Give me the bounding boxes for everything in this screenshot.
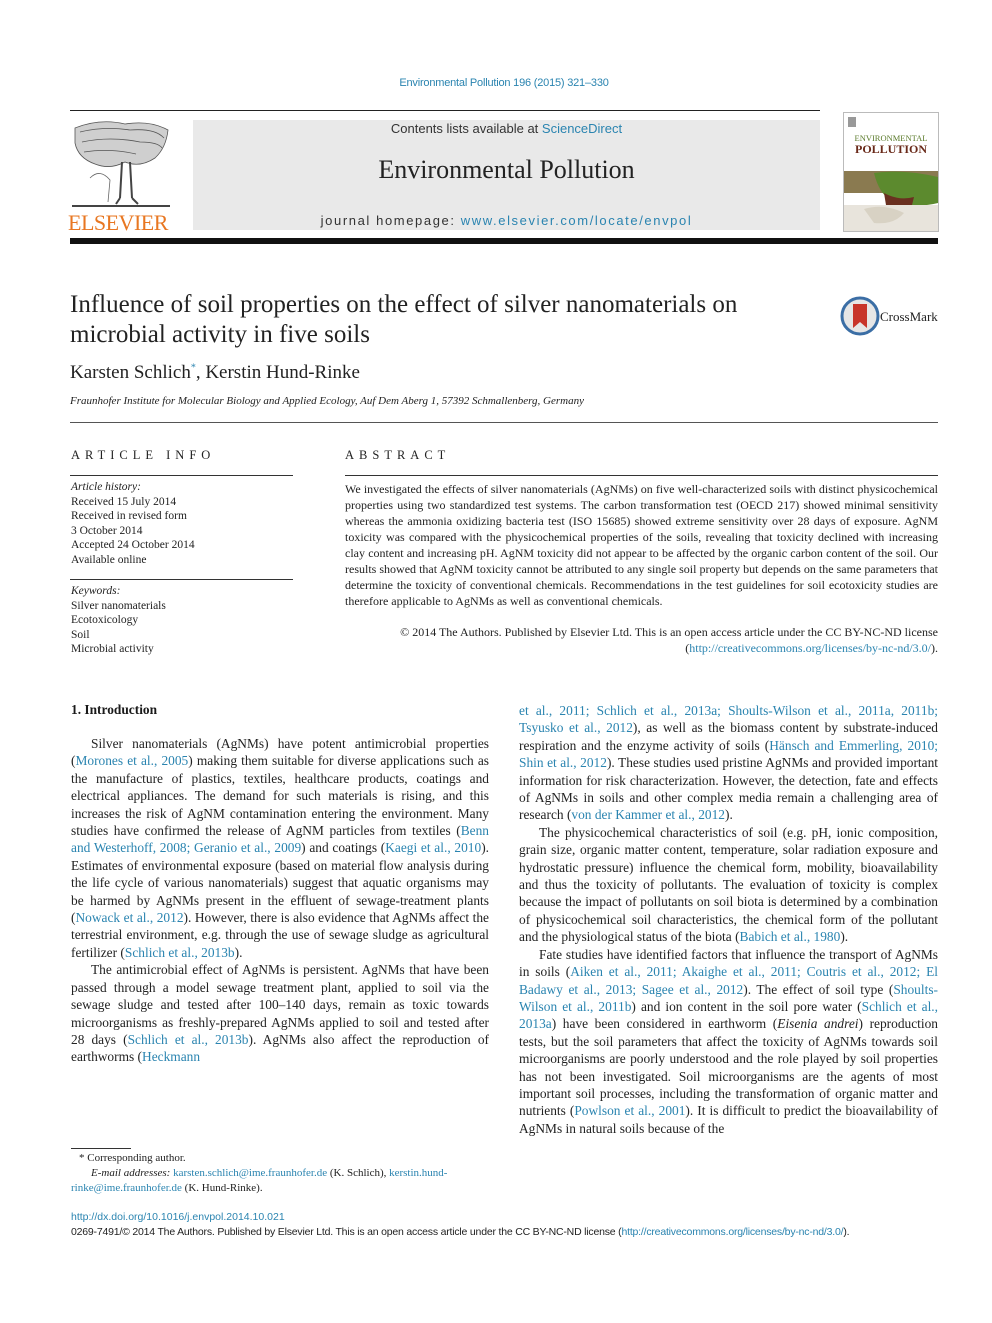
body-column-left: Silver nanomaterials (AgNMs) have potent… (71, 735, 489, 1066)
header-thick-rule (70, 238, 938, 244)
journal-cover-image[interactable]: ENVIRONMENTAL POLLUTION (843, 112, 939, 232)
corresponding-author-note: Corresponding author. (87, 1152, 186, 1164)
history-item: Received in revised form (71, 510, 187, 522)
history-item: Received 15 July 2014 (71, 495, 177, 508)
body-paragraph: Fate studies have identified factors tha… (519, 946, 938, 1137)
abstract-heading: ABSTRACT (345, 448, 451, 462)
article-title: Influence of soil properties on the effe… (70, 291, 738, 348)
history-item: Accepted 24 October 2014 (71, 539, 195, 551)
footnote-mark: * (79, 1152, 85, 1164)
citation-link[interactable]: Kaegi et al., 2010 (385, 840, 481, 855)
issn-text: 0269-7491/© 2014 The Authors. Published … (71, 1226, 622, 1238)
body-text: ). (724, 807, 733, 823)
doi-link[interactable]: http://dx.doi.org/10.1016/j.envpol.2014.… (71, 1211, 285, 1223)
footer-license-link[interactable]: http://creativecommons.org/licenses/by-n… (621, 1226, 843, 1238)
homepage-prefix: journal homepage: (320, 213, 461, 228)
footnote-rule (71, 1148, 131, 1149)
abstract-text: We investigated the effects of silver na… (345, 482, 938, 608)
keywords-rule (70, 579, 293, 580)
email-link[interactable]: karsten.schlich@ime.fraunhofer.de (173, 1167, 327, 1179)
header-rule (70, 110, 820, 111)
journal-title: Environmental Pollution (378, 155, 635, 184)
license-link[interactable]: http://creativecommons.org/licenses/by-n… (689, 641, 931, 655)
email-owner: (K. Hund-Rinke). (181, 1182, 263, 1194)
body-paragraph: Silver nanomaterials (AgNMs) have potent… (71, 735, 489, 961)
contents-prefix: Contents lists available at (390, 121, 542, 136)
article-history: Article history: Received 15 July 2014 R… (71, 480, 195, 567)
article-history-label: Article history: (71, 481, 141, 493)
body-text: ) and coatings ( (301, 840, 386, 856)
elsevier-wordmark: ELSEVIER (68, 210, 168, 235)
body-paragraph: et al., 2011; Schlich et al., 2013a; Sho… (519, 702, 938, 824)
article-info-rule (70, 475, 293, 476)
journal-reference[interactable]: Environmental Pollution 196 (2015) 321–3… (0, 77, 992, 89)
body-text: ) have been considered in earthworm ( (551, 1016, 778, 1032)
body-text: ). The effect of soil type ( (743, 981, 894, 997)
title-rule (70, 422, 938, 423)
citation-link[interactable]: Powlson et al., 2001 (574, 1103, 685, 1118)
author-list: Karsten Schlich*, Kerstin Hund-Rinke (70, 362, 360, 384)
crossmark-label[interactable]: CrossMark (880, 309, 938, 325)
keyword: Silver nanomaterials (71, 599, 166, 612)
contents-line: Contents lists available at ScienceDirec… (193, 121, 820, 136)
body-text: ). (840, 929, 849, 945)
author-affiliation: Fraunhofer Institute for Molecular Biolo… (70, 395, 584, 407)
crossmark-icon (840, 296, 880, 336)
abstract-copyright: © 2014 The Authors. Published by Elsevie… (345, 624, 938, 656)
citation-link[interactable]: Morones et al., 2005 (75, 753, 188, 768)
citation-link[interactable]: Heckmann (142, 1049, 200, 1064)
issn-license-line: 0269-7491/© 2014 The Authors. Published … (71, 1226, 850, 1238)
issn-suffix: ). (843, 1226, 850, 1238)
footnote: * Corresponding author. E-mail addresses… (71, 1151, 489, 1196)
history-item: Available online (71, 553, 147, 566)
journal-homepage-line: journal homepage: www.elsevier.com/locat… (193, 213, 820, 228)
citation-link[interactable]: Nowack et al., 2012 (75, 910, 183, 925)
keyword: Ecotoxicology (71, 614, 139, 626)
journal-homepage-link[interactable]: www.elsevier.com/locate/envpol (461, 213, 693, 228)
citation-link[interactable]: Schlich et al., 2013b (125, 945, 235, 960)
abstract-rule (345, 475, 938, 476)
history-item: 3 October 2014 (71, 524, 143, 537)
cover-title-line2: POLLUTION (855, 142, 927, 156)
author-name[interactable]: Kerstin Hund-Rinke (205, 362, 360, 383)
email-label: E-mail addresses: (91, 1167, 171, 1179)
keyword: Microbial activity (71, 643, 154, 655)
body-text: ) and ion content in the soil pore water… (631, 998, 862, 1014)
body-paragraph: The antimicrobial effect of AgNMs is per… (71, 961, 489, 1065)
body-text: The physicochemical characteristics of s… (519, 824, 938, 945)
citation-link[interactable]: Schlich et al., 2013b (128, 1032, 249, 1047)
author-name[interactable]: Karsten Schlich (70, 362, 191, 383)
citation-link[interactable]: Babich et al., 1980 (740, 929, 841, 944)
copyright-suffix: ). (931, 641, 938, 655)
keywords: Keywords: Silver nanomaterials Ecotoxico… (71, 584, 166, 657)
article-info-heading: ARTICLE INFO (71, 448, 216, 462)
italic-text: Eisenia andrei (777, 1016, 859, 1032)
body-paragraph: The physicochemical characteristics of s… (519, 824, 938, 946)
keyword: Soil (71, 628, 90, 641)
sciencedirect-link[interactable]: ScienceDirect (542, 121, 622, 136)
section-heading: 1. Introduction (71, 702, 158, 717)
citation-link[interactable]: von der Kammer et al., 2012 (571, 807, 725, 822)
author-separator: , (195, 362, 206, 383)
email-owner: (K. Schlich), (327, 1167, 390, 1179)
body-text: ). (234, 944, 243, 960)
keywords-label: Keywords: (71, 585, 121, 597)
body-column-right: et al., 2011; Schlich et al., 2013a; Sho… (519, 702, 938, 1137)
